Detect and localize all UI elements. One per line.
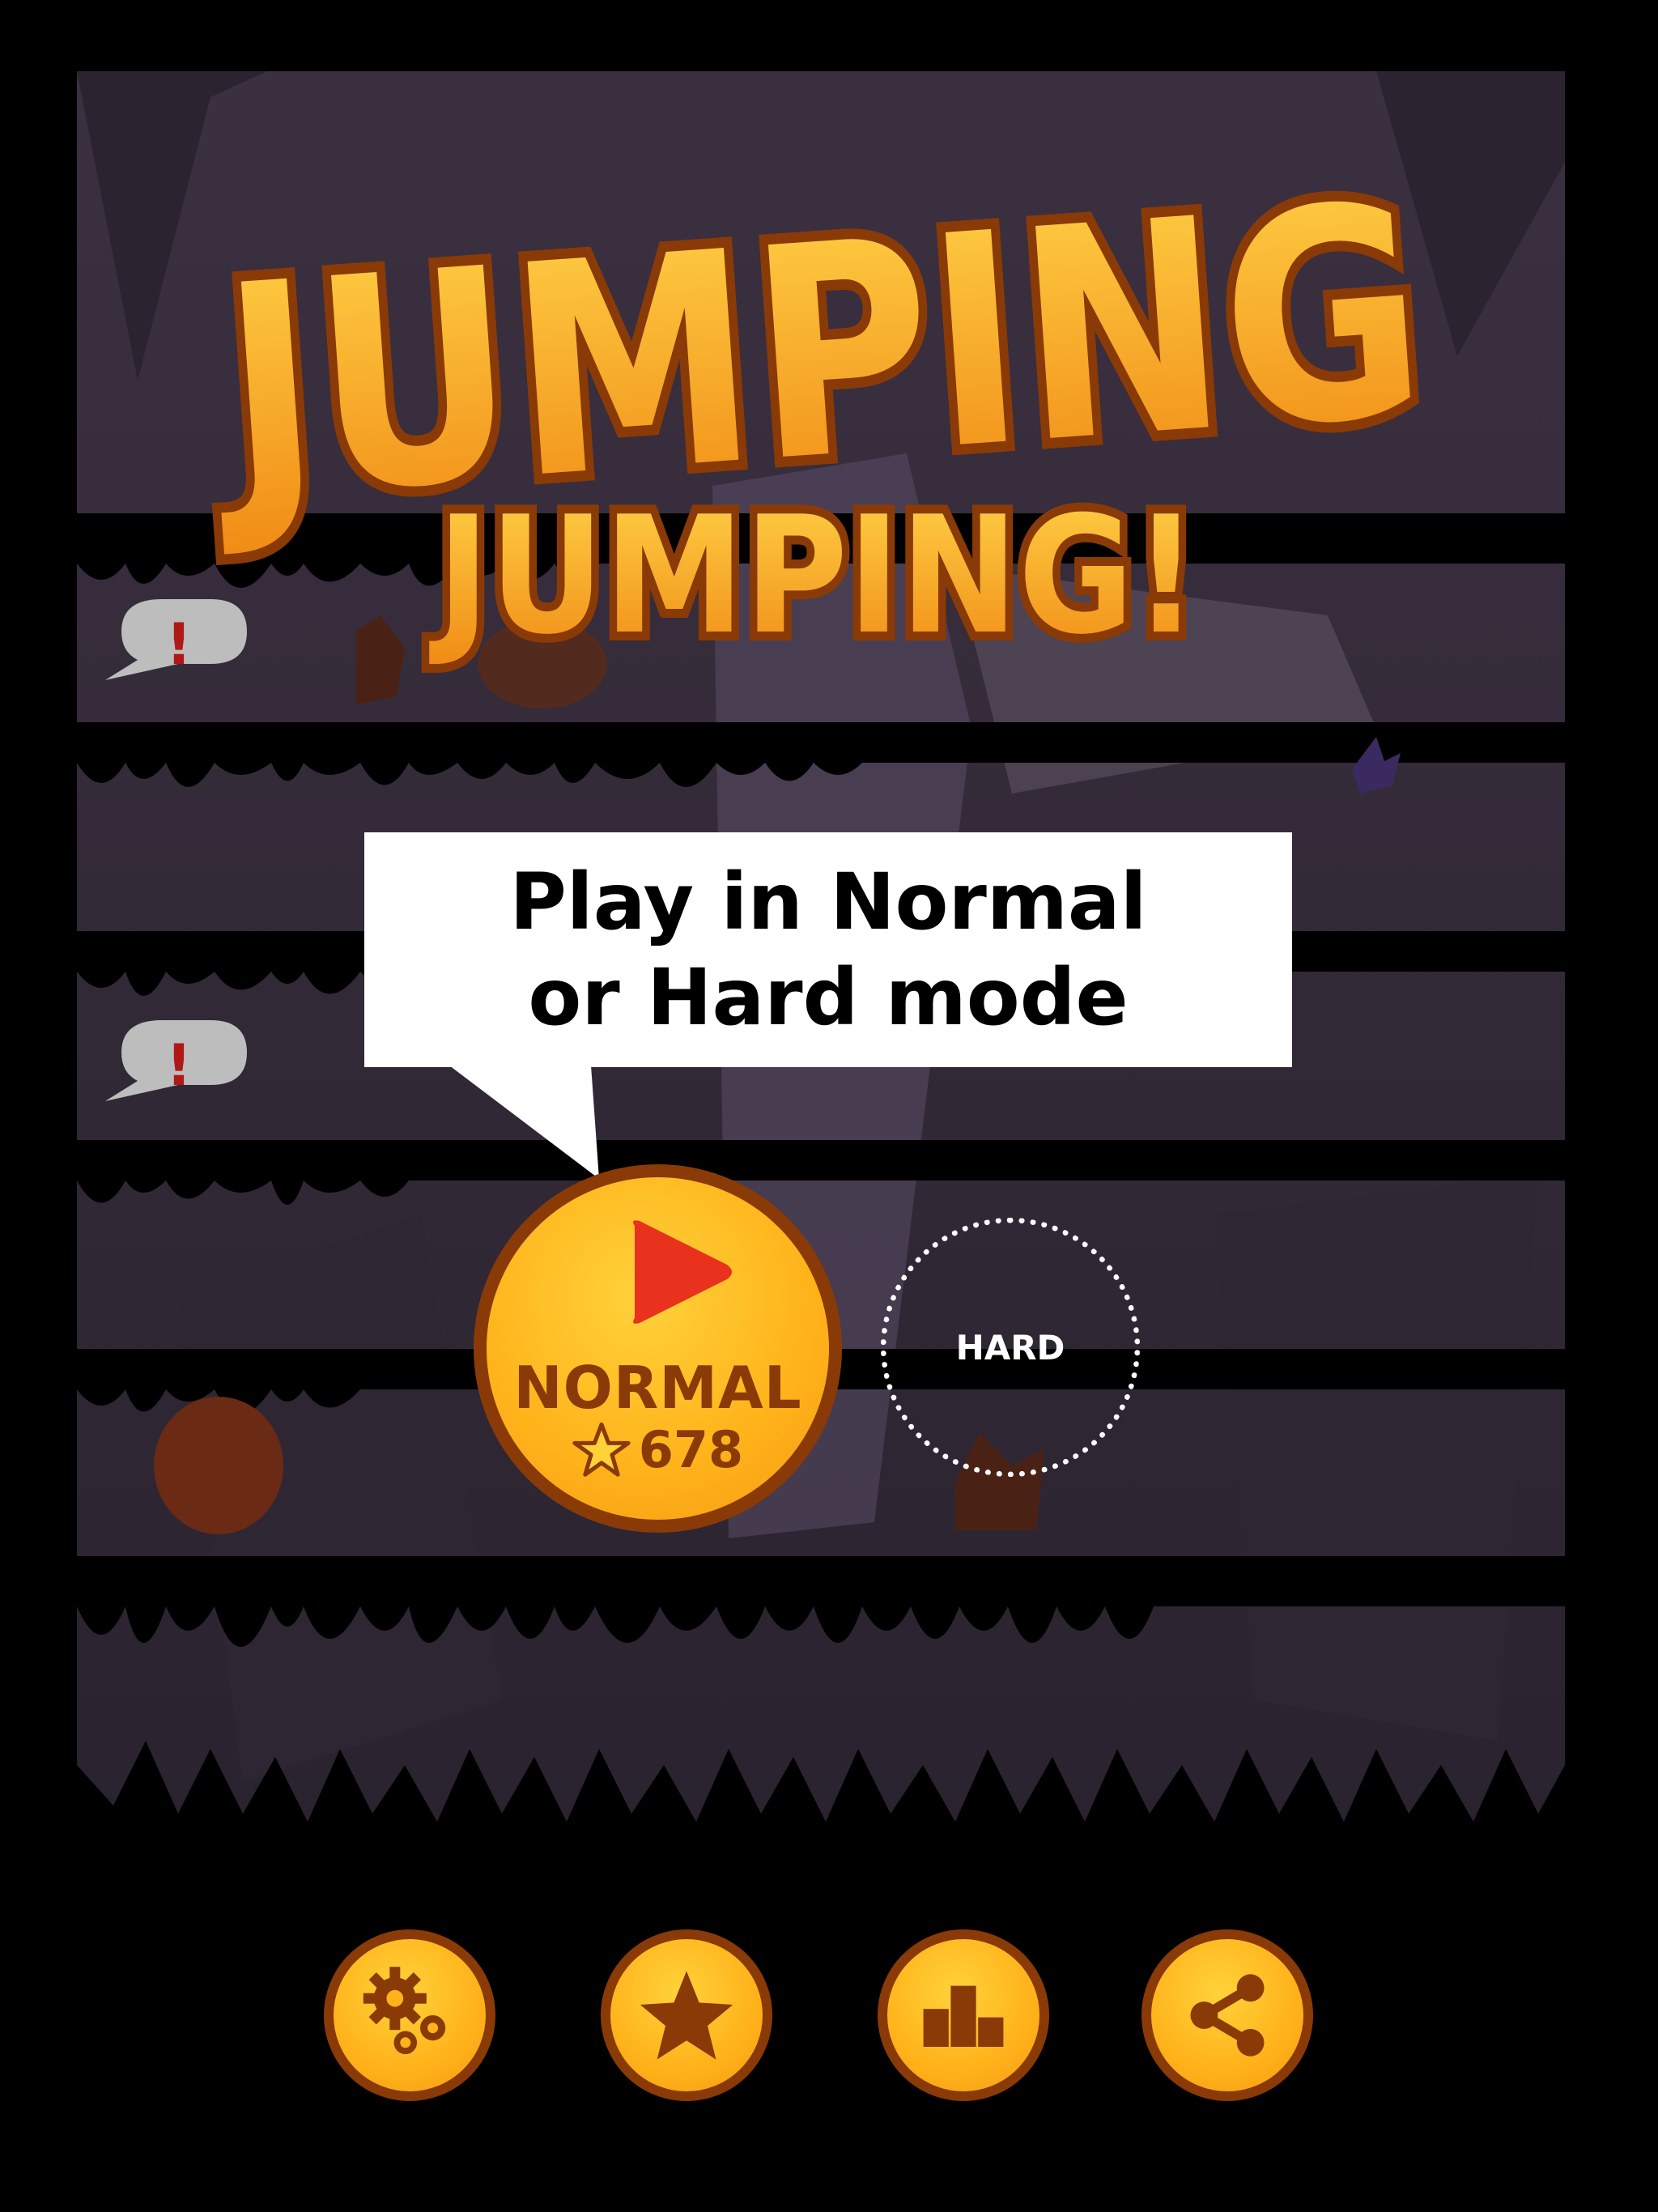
gears-icon <box>363 1967 446 2055</box>
star-icon <box>572 1422 631 1477</box>
tooltip-line-1: Play in Normal <box>509 857 1147 947</box>
tooltip-tail <box>449 1066 599 1179</box>
leaderboard-icon <box>923 1985 1004 2047</box>
normal-mode-button[interactable]: NORMAL 678 <box>474 1164 842 1533</box>
hard-mode-button[interactable]: HARD <box>881 1218 1140 1477</box>
mode-tooltip: Play in Normal or Hard mode <box>364 832 1292 1067</box>
share-button[interactable] <box>1141 1929 1313 2101</box>
title-line-2: JUMPING! <box>429 482 1198 670</box>
rate-button[interactable] <box>601 1929 772 2101</box>
svg-text:!: ! <box>166 611 192 678</box>
svg-text:!: ! <box>166 1032 192 1099</box>
tooltip-line-2: or Hard mode <box>528 952 1129 1043</box>
leaderboard-button[interactable] <box>878 1929 1049 2101</box>
game-logo: JUMPING JUMPING! <box>189 113 1449 680</box>
best-score-value: 678 <box>638 1420 744 1479</box>
hard-mode-label: HARD <box>955 1327 1065 1368</box>
star-icon <box>640 1971 733 2060</box>
play-icon <box>633 1220 732 1324</box>
share-icon <box>1190 1974 1265 2057</box>
settings-button[interactable] <box>324 1929 495 2101</box>
normal-mode-label: NORMAL <box>513 1354 802 1422</box>
best-score: 678 <box>487 1420 829 1479</box>
